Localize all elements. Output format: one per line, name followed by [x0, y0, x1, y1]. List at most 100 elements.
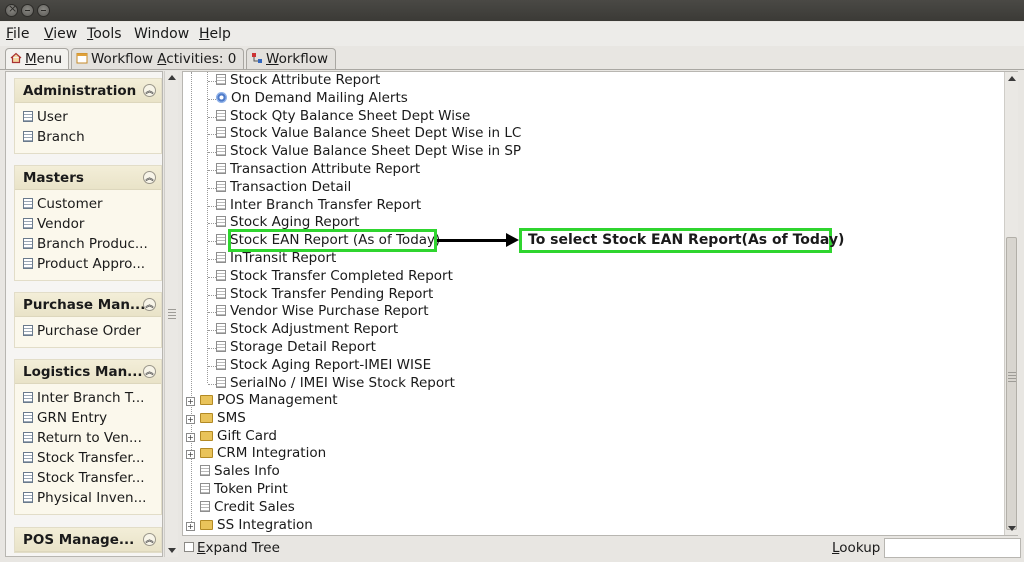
tree-item-report[interactable]: InTransit Report — [216, 250, 336, 268]
tree-item-report[interactable]: Vendor Wise Purchase Report — [216, 303, 429, 321]
collapse-icon[interactable]: ︽ — [143, 298, 156, 311]
scroll-down-icon[interactable] — [168, 548, 176, 553]
tree-item-folder[interactable]: + Gift Card — [186, 428, 277, 446]
sidebar-group-title[interactable]: POS Manage... ︽ — [15, 528, 161, 552]
scroll-up-icon[interactable] — [1008, 76, 1016, 81]
tree-item-report[interactable]: Inter Branch Transfer Report — [216, 197, 421, 215]
tree-connector — [208, 152, 216, 154]
document-icon — [216, 358, 226, 370]
tree-item-label: SerialNo / IMEI Wise Stock Report — [230, 374, 455, 391]
menu-file[interactable]: File — [6, 26, 29, 42]
collapse-icon[interactable]: ︽ — [143, 533, 156, 546]
expand-plus-icon[interactable]: + — [186, 432, 195, 442]
resize-grip-icon[interactable] — [1008, 372, 1016, 382]
collapse-icon[interactable]: ︽ — [143, 365, 156, 378]
tree-item-doc[interactable]: Token Print — [186, 481, 288, 499]
tree-connector — [208, 223, 216, 225]
scroll-up-icon[interactable] — [168, 75, 176, 80]
tree-item-label: Stock Aging Report-IMEI WISE — [230, 356, 432, 373]
sidebar-item-purchase-order[interactable]: Purchase Order — [15, 323, 161, 343]
tree-item-report[interactable]: Stock Value Balance Sheet Dept Wise in S… — [216, 143, 521, 161]
title-bar — [0, 0, 1024, 21]
tree-item-report[interactable]: Transaction Attribute Report — [216, 161, 420, 179]
tree-item-report[interactable]: Transaction Detail — [216, 179, 351, 197]
tree-item-report[interactable]: Stock Value Balance Sheet Dept Wise in L… — [216, 125, 521, 143]
tree-item-label: SMS — [217, 409, 246, 426]
sidebar-item-stock-transfer[interactable]: Stock Transfer... — [15, 450, 161, 470]
tree-item-report[interactable]: Stock Transfer Pending Report — [216, 286, 433, 304]
expand-tree-checkbox[interactable] — [184, 542, 194, 552]
tree-connector — [208, 187, 216, 189]
tab-workflow-activities[interactable]: Workflow Activities: 0 — [71, 48, 244, 70]
tree-item-folder[interactable]: + SMS — [186, 410, 246, 428]
tab-workflow[interactable]: Workflow — [246, 48, 336, 70]
tree-item-report[interactable]: Storage Detail Report — [216, 339, 376, 357]
sidebar-item-physical-inventory[interactable]: Physical Inven... — [15, 490, 161, 510]
tree-item-report[interactable]: On Demand Mailing Alerts — [216, 90, 408, 108]
tab-menu[interactable]: Menu — [5, 48, 69, 70]
lookup-input[interactable] — [884, 538, 1021, 558]
tree-connector — [208, 276, 216, 278]
tree-item-report[interactable]: Stock Qty Balance Sheet Dept Wise — [216, 108, 470, 126]
document-icon — [216, 287, 226, 299]
sidebar-group-title[interactable]: Logistics Man... ︽ — [15, 360, 161, 384]
sidebar-item-branch[interactable]: Branch — [15, 129, 161, 149]
sidebar-group-title[interactable]: Purchase Man... ︽ — [15, 293, 161, 317]
collapse-icon[interactable]: ︽ — [143, 84, 156, 97]
menu-view[interactable]: View — [44, 26, 77, 42]
expand-plus-icon[interactable]: + — [186, 414, 195, 424]
tree-connector — [208, 365, 216, 367]
scroll-down-icon[interactable] — [1008, 526, 1016, 531]
tree-scrollbar[interactable] — [1004, 72, 1018, 535]
scrollbar-thumb[interactable] — [1006, 237, 1017, 530]
tree-item-report[interactable]: Stock Transfer Completed Report — [216, 268, 453, 286]
tree-item-label: Stock Value Balance Sheet Dept Wise in S… — [230, 143, 522, 160]
sidebar-item-stock-transfer-2[interactable]: Stock Transfer... — [15, 470, 161, 490]
tree-connector — [208, 312, 216, 314]
sidebar-scrollbar[interactable] — [164, 71, 178, 557]
menu-help[interactable]: Help — [199, 26, 231, 42]
alert-gear-icon — [216, 91, 227, 103]
tree-item-report[interactable]: Stock Attribute Report — [216, 72, 380, 90]
folder-icon — [200, 519, 213, 530]
sidebar-group-title[interactable]: Masters ︽ — [15, 166, 161, 190]
sidebar-item-user[interactable]: User — [15, 109, 161, 129]
menu-bar: File View Tools Window Help — [0, 22, 1024, 46]
sidebar-item-grn-entry[interactable]: GRN Entry — [15, 410, 161, 430]
expand-plus-icon[interactable]: + — [186, 397, 195, 406]
expand-tree-label[interactable]: Expand Tree — [197, 540, 280, 556]
minimize-window-icon[interactable] — [21, 4, 34, 17]
tree-item-report[interactable]: Stock Adjustment Report — [216, 321, 398, 339]
sidebar-item-inter-branch[interactable]: Inter Branch T... — [15, 390, 161, 410]
close-window-icon[interactable] — [5, 2, 18, 17]
sidebar-item-branch-product[interactable]: Branch Produc... — [15, 236, 161, 256]
folder-icon — [200, 412, 213, 423]
resize-grip-icon[interactable] — [168, 309, 176, 319]
expand-plus-icon[interactable]: + — [186, 450, 195, 460]
menu-window[interactable]: Window — [134, 26, 189, 42]
report-tree: Stock Attribute Report On Demand Mailing … — [182, 71, 1018, 536]
sidebar-item-customer[interactable]: Customer — [15, 196, 161, 216]
sidebar-item-vendor[interactable]: Vendor — [15, 216, 161, 236]
expand-plus-icon[interactable]: + — [186, 521, 195, 531]
menu-tools[interactable]: Tools — [87, 26, 122, 42]
collapse-icon[interactable]: ︽ — [143, 171, 156, 184]
tree-item-doc[interactable]: Sales Info — [186, 463, 280, 481]
sidebar-item-product-approval[interactable]: Product Appro... — [15, 256, 161, 276]
document-icon — [23, 238, 33, 249]
tree-item-doc[interactable]: Credit Sales — [186, 499, 295, 517]
tree-item-folder[interactable]: + SS Integration — [186, 517, 313, 535]
tree-item-report[interactable]: SerialNo / IMEI Wise Stock Report — [216, 375, 455, 393]
tree-item-folder[interactable]: + POS Management — [186, 392, 338, 410]
tree-item-folder[interactable]: + CRM Integration — [186, 445, 326, 463]
tree-item-label: Stock Transfer Pending Report — [230, 285, 434, 302]
sidebar-item-return-to-vendor[interactable]: Return to Ven... — [15, 430, 161, 450]
document-icon — [216, 216, 226, 228]
tree-item-report[interactable]: Stock Aging Report-IMEI WISE — [216, 357, 431, 375]
tree-item-label: CRM Integration — [217, 445, 327, 462]
tree-connector — [208, 81, 216, 82]
sidebar-group-title[interactable]: Administration ︽ — [15, 79, 161, 103]
maximize-window-icon[interactable] — [37, 4, 50, 17]
document-icon — [216, 145, 226, 157]
tree-connector — [207, 72, 208, 383]
